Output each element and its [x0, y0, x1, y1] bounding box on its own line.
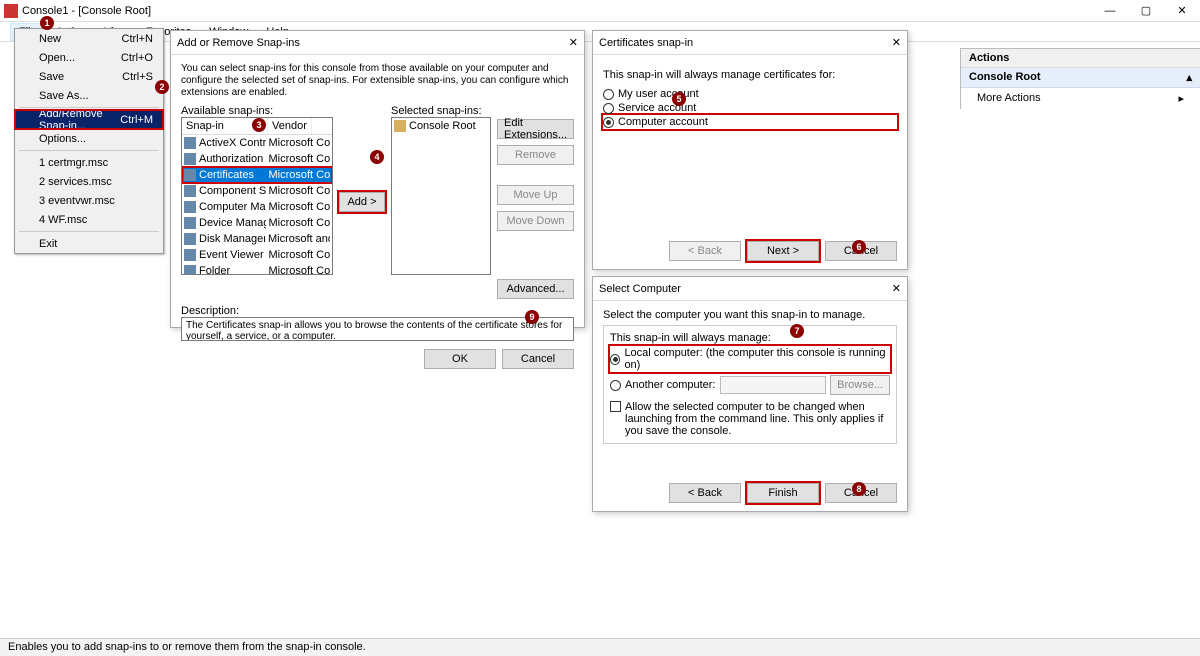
selcomp-intro: Select the computer you want this snap-i…	[603, 309, 897, 321]
file-menu-dropdown: NewCtrl+N Open...Ctrl+O SaveCtrl+S Save …	[14, 28, 164, 254]
dialog-title: Certificates snap-in	[599, 37, 693, 49]
menu-add-remove-snapin[interactable]: Add/Remove Snap-in...Ctrl+M	[15, 110, 163, 129]
menu-recent-2[interactable]: 2 services.msc	[15, 172, 163, 191]
radio-my-user[interactable]: My user account	[603, 87, 897, 101]
menu-recent-3[interactable]: 3 eventvwr.msc	[15, 191, 163, 210]
description-label: Description:	[181, 305, 574, 317]
available-snapins-list[interactable]: Snap-inVendor ActiveX ControlMicrosoft C…	[181, 117, 333, 275]
maximize-button[interactable]: ▢	[1128, 0, 1164, 22]
step-marker-4: 4	[370, 150, 384, 164]
add-remove-snapins-dialog: Add or Remove Snap-ins ✕ You can select …	[170, 30, 585, 328]
actions-header: Actions	[961, 49, 1200, 68]
snapin-row[interactable]: Component ServicesMicrosoft Cor...	[182, 183, 332, 199]
step-marker-2: 2	[155, 80, 169, 94]
snapin-row[interactable]: Event ViewerMicrosoft Cor...	[182, 247, 332, 263]
dialog-desc: You can select snap-ins for this console…	[181, 63, 574, 99]
menu-recent-1[interactable]: 1 certmgr.msc	[15, 153, 163, 172]
dialog-title: Add or Remove Snap-ins	[177, 37, 300, 49]
finish-button[interactable]: Finish	[747, 483, 819, 503]
another-computer-input[interactable]	[720, 376, 827, 394]
dialog-close-icon[interactable]: ✕	[892, 282, 901, 295]
next-button[interactable]: Next >	[747, 241, 819, 261]
collapse-icon[interactable]: ▴	[1186, 71, 1192, 84]
step-marker-3: 3	[252, 118, 266, 132]
window-title: Console1 - [Console Root]	[22, 5, 1092, 17]
step-marker-8: 8	[852, 482, 866, 496]
actions-pane: Actions Console Root▴ More Actions▸	[960, 48, 1200, 109]
add-button[interactable]: Add >	[339, 192, 385, 212]
cancel-button[interactable]: Cancel	[502, 349, 574, 369]
available-label: Available snap-ins:	[181, 105, 333, 117]
selcomp-sub: This snap-in will always manage:	[610, 332, 890, 344]
mmc-icon	[4, 4, 18, 18]
select-computer-dialog: Select Computer ✕ Select the computer yo…	[592, 276, 908, 512]
radio-local-computer[interactable]: Local computer: (the computer this conso…	[610, 346, 890, 372]
menu-recent-4[interactable]: 4 WF.msc	[15, 210, 163, 229]
move-down-button[interactable]: Move Down	[497, 211, 574, 231]
move-up-button[interactable]: Move Up	[497, 185, 574, 205]
radio-another-computer[interactable]: Another computer:	[610, 378, 716, 392]
step-marker-6: 6	[852, 240, 866, 254]
allow-change-label: Allow the selected computer to be change…	[625, 401, 890, 437]
radio-computer[interactable]: Computer account	[603, 115, 897, 129]
actions-more-actions[interactable]: More Actions▸	[961, 88, 1200, 109]
statusbar: Enables you to add snap-ins to or remove…	[0, 638, 1200, 656]
titlebar: Console1 - [Console Root] — ▢ ✕	[0, 0, 1200, 22]
dialog-title: Select Computer	[599, 283, 681, 295]
step-marker-7: 7	[790, 324, 804, 338]
chevron-right-icon: ▸	[1178, 92, 1184, 105]
cert-intro: This snap-in will always manage certific…	[603, 69, 897, 81]
selected-snapins-list[interactable]: Console Root	[391, 117, 491, 275]
selected-label: Selected snap-ins:	[391, 105, 491, 117]
menu-save[interactable]: SaveCtrl+S	[15, 67, 163, 86]
snapin-row[interactable]: Computer Managem...Microsoft Cor...	[182, 199, 332, 215]
close-button[interactable]: ✕	[1164, 0, 1200, 22]
minimize-button[interactable]: —	[1092, 0, 1128, 22]
radio-service[interactable]: Service account	[603, 101, 897, 115]
snapin-row[interactable]: FolderMicrosoft Cor...	[182, 263, 332, 275]
menu-options[interactable]: Options...	[15, 129, 163, 148]
advanced-button[interactable]: Advanced...	[497, 279, 574, 299]
menu-exit[interactable]: Exit	[15, 234, 163, 253]
browse-button[interactable]: Browse...	[830, 375, 890, 395]
remove-button[interactable]: Remove	[497, 145, 574, 165]
edit-extensions-button[interactable]: Edit Extensions...	[497, 119, 574, 139]
snapin-row[interactable]: Authorization ManagerMicrosoft Cor...	[182, 151, 332, 167]
back-button[interactable]: < Back	[669, 241, 741, 261]
certificates-snapin-dialog: Certificates snap-in ✕ This snap-in will…	[592, 30, 908, 270]
menu-open[interactable]: Open...Ctrl+O	[15, 48, 163, 67]
actions-console-root[interactable]: Console Root▴	[961, 68, 1200, 88]
back-button[interactable]: < Back	[669, 483, 741, 503]
step-marker-5: 5	[672, 92, 686, 106]
snapin-row[interactable]: ActiveX ControlMicrosoft Cor...	[182, 135, 332, 151]
dialog-close-icon[interactable]: ✕	[569, 36, 578, 49]
menu-save-as[interactable]: Save As...	[15, 86, 163, 105]
description-box: The Certificates snap-in allows you to b…	[181, 317, 574, 341]
snapin-row[interactable]: CertificatesMicrosoft Cor...	[182, 167, 332, 183]
step-marker-1: 1	[40, 16, 54, 30]
step-marker-9: 9	[525, 310, 539, 324]
menu-new[interactable]: NewCtrl+N	[15, 29, 163, 48]
dialog-close-icon[interactable]: ✕	[892, 36, 901, 49]
ok-button[interactable]: OK	[424, 349, 496, 369]
allow-change-checkbox[interactable]	[610, 401, 621, 412]
snapin-row[interactable]: Disk ManagementMicrosoft and...	[182, 231, 332, 247]
snapin-row[interactable]: Device ManagerMicrosoft Cor...	[182, 215, 332, 231]
